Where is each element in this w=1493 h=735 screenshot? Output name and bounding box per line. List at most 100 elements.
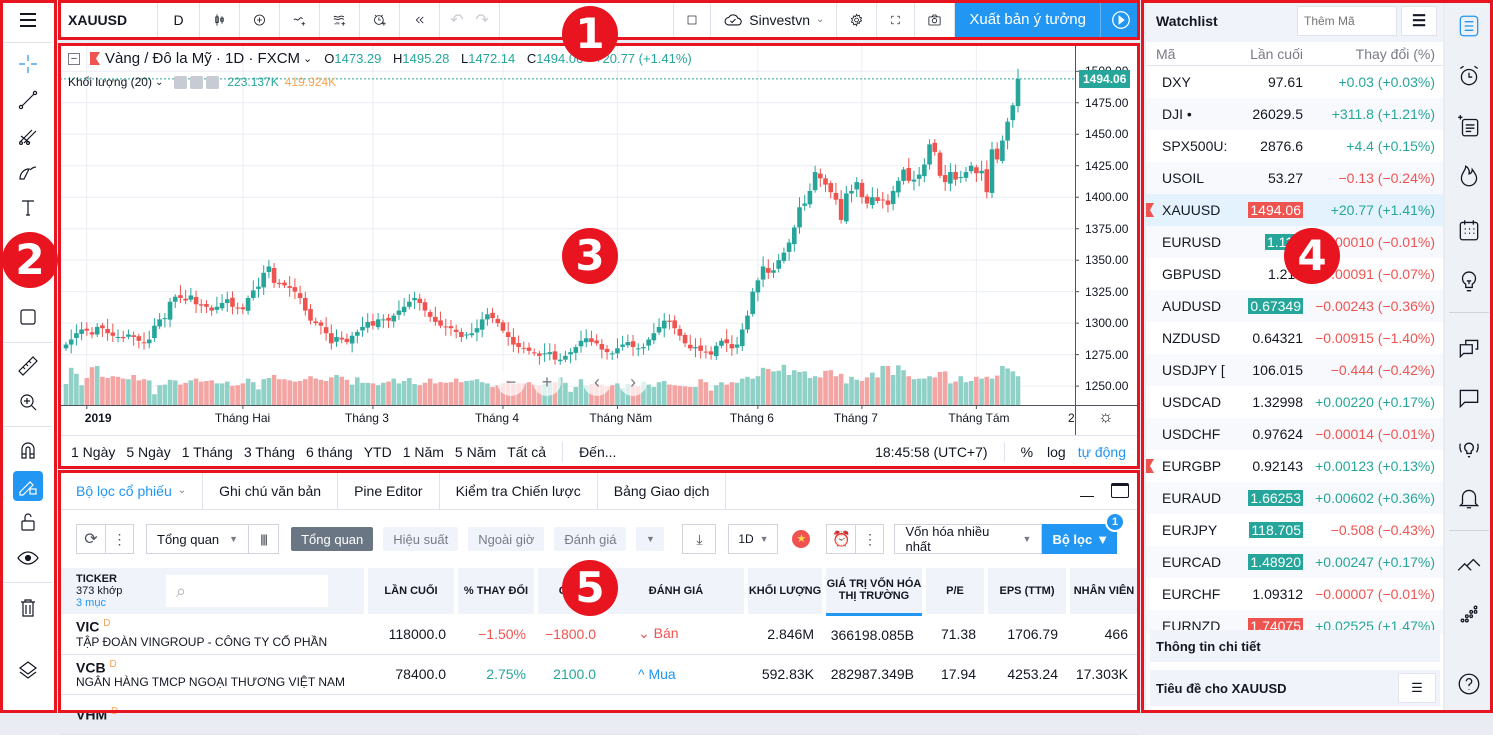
chart-type-button[interactable] <box>200 0 240 40</box>
ticker-symbol[interactable]: VIC <box>76 619 99 635</box>
chevron-down-icon[interactable]: ⌄ <box>303 52 312 65</box>
scroll-left-button[interactable]: ‹ <box>583 368 611 396</box>
pitchfork-tool[interactable] <box>0 118 55 154</box>
range-6m[interactable]: 6 tháng <box>306 444 353 460</box>
tab-stock-screener[interactable]: Bộ lọc cổ phiếu ⌄ <box>60 472 204 509</box>
help-sidebar-button[interactable] <box>1445 664 1493 704</box>
screener-more-button[interactable]: ⋮ <box>856 524 885 554</box>
refresh-button[interactable]: ⟳ <box>76 524 106 554</box>
menu-button[interactable] <box>0 2 55 38</box>
ideas-sidebar-button[interactable] <box>1445 262 1493 302</box>
calendar-sidebar-button[interactable] <box>1445 210 1493 250</box>
range-all[interactable]: Tất cả <box>507 444 546 460</box>
compare-button[interactable] <box>240 0 280 40</box>
interval-select[interactable]: 1D ▼ <box>728 524 779 554</box>
ticker-cell[interactable]: VCB D NGÂN HÀNG TMCP NGOẠI THƯƠNG VIỆT N… <box>60 654 366 695</box>
watchlist-row[interactable]: USDJPY [106.015 −0.444 (−0.42%) <box>1146 354 1443 386</box>
ticker-cell[interactable]: VHM D <box>60 694 366 735</box>
symbol-search-button[interactable]: XAUUSD <box>58 0 158 40</box>
layout-button[interactable] <box>673 0 712 40</box>
screener-alert-button[interactable]: ⏰ <box>826 524 857 554</box>
maximize-panel-button[interactable] <box>1102 472 1138 509</box>
minimize-panel-button[interactable] <box>1072 472 1102 509</box>
view-extended-hours[interactable]: Ngoài giờ <box>468 527 545 551</box>
chats-sidebar-button[interactable] <box>1445 328 1493 368</box>
hotlist-sidebar-button[interactable] <box>1445 156 1493 196</box>
watchlist-row[interactable]: NZDUSD 0.64321 −0.00915 (−1.40%) <box>1146 322 1443 354</box>
watchlist-row[interactable]: XAUUSD 1494.06 +20.77 (+1.41%) <box>1146 194 1443 226</box>
remove-drawings-tool[interactable] <box>0 590 55 626</box>
headlines-menu-button[interactable]: ☰ <box>1398 673 1436 703</box>
more-button[interactable]: ⋮ <box>106 524 134 554</box>
col-last[interactable]: LẦN CUỐI <box>366 568 458 614</box>
visibility-icon[interactable] <box>174 75 188 89</box>
streams-sidebar-button[interactable] <box>1445 428 1493 468</box>
range-1y[interactable]: 1 Năm <box>403 444 444 460</box>
range-1m[interactable]: 1 Tháng <box>182 444 233 460</box>
series-title[interactable]: Vàng / Đô la Mỹ · 1D · FXCM <box>105 50 300 67</box>
order-panel-sidebar-button[interactable] <box>1445 546 1493 586</box>
col-change[interactable]: Thay đổi (%) <box>1303 46 1435 62</box>
selected-count[interactable]: 3 mục <box>76 597 166 609</box>
ticker-header[interactable]: TICKER 373 khớp 3 mục ⌕ <box>60 568 368 614</box>
watchlist-row[interactable]: EURGBP 0.92143 +0.00123 (+0.13%) <box>1146 450 1443 482</box>
col-volume[interactable]: KHỐI LƯỢNG <box>746 568 826 614</box>
ticker-search-input[interactable]: ⌕ <box>166 575 328 607</box>
auto-scale-toggle[interactable]: tự động <box>1078 444 1126 460</box>
dom-sidebar-button[interactable] <box>1445 594 1493 634</box>
more-views-button[interactable]: ▼ <box>636 527 665 551</box>
screener-row[interactable]: VIC D TẬP ĐOÀN VINGROUP - CÔNG TY CỔ PHẦ… <box>60 614 1138 655</box>
volume-label[interactable]: Khối lượng (20) <box>68 75 152 89</box>
flag-icon[interactable] <box>90 52 100 65</box>
trend-line-tool[interactable] <box>0 82 55 118</box>
view-rating[interactable]: Đánh giá <box>554 527 627 551</box>
magnet-tool[interactable] <box>0 432 55 468</box>
chevron-down-icon[interactable]: ⌄ <box>155 77 163 88</box>
data-window-sidebar-button[interactable] <box>1445 106 1493 146</box>
watchlist-row[interactable]: USOIL 53.27 −0.13 (−0.24%) <box>1146 162 1443 194</box>
collapse-icon[interactable]: – <box>68 52 80 65</box>
col-pe[interactable]: P/E <box>924 568 988 614</box>
snapshot-button[interactable] <box>915 0 956 40</box>
add-symbol-input[interactable] <box>1297 6 1397 36</box>
col-market-cap[interactable]: GIÁ TRỊ VỐN HÓA THỊ TRƯỜNG <box>824 568 926 616</box>
fullscreen-button[interactable] <box>877 0 916 40</box>
watchlist-sidebar-button[interactable] <box>1445 6 1493 46</box>
log-scale-toggle[interactable]: log <box>1047 444 1066 460</box>
brush-tool[interactable] <box>0 154 55 190</box>
replay-button[interactable] <box>400 0 440 40</box>
tab-trading-panel[interactable]: Bảng Giao dịch <box>598 472 727 509</box>
ticker-symbol[interactable]: VHM <box>76 706 107 722</box>
save-layout-button[interactable]: Sinvestvn ⌄ <box>711 0 838 40</box>
col-eps[interactable]: EPS (TTM) <box>986 568 1070 614</box>
undo-button[interactable]: ↶ <box>450 10 463 30</box>
watchlist-row[interactable]: DXY 97.61 +0.03 (+0.03%) <box>1146 66 1443 98</box>
watchlist-row[interactable]: USDCAD 1.32998 +0.00220 (+0.17%) <box>1146 386 1443 418</box>
tab-pine-editor[interactable]: Pine Editor <box>338 472 440 509</box>
ruler-tool[interactable] <box>0 348 55 384</box>
range-1d[interactable]: 1 Ngày <box>71 444 115 460</box>
redo-button[interactable]: ↷ <box>476 10 489 30</box>
rectangle-tool[interactable] <box>0 299 55 335</box>
zoom-in-tool[interactable] <box>0 384 55 420</box>
col-rating[interactable]: ĐÁNH GIÁ <box>606 568 748 614</box>
watchlist-row[interactable]: EURJPY 118.705 −0.508 (−0.43%) <box>1146 514 1443 546</box>
range-5y[interactable]: 5 Năm <box>455 444 496 460</box>
ticker-symbol[interactable]: VCB <box>76 659 106 675</box>
zoom-in-button[interactable]: + <box>533 368 561 396</box>
zoom-out-button[interactable]: − <box>497 368 525 396</box>
unlock-tool[interactable] <box>0 504 55 540</box>
range-3m[interactable]: 3 Tháng <box>244 444 295 460</box>
headlines-section[interactable]: Tiêu đề cho XAUUSD ☰ <box>1150 670 1440 706</box>
settings-button[interactable] <box>837 0 878 40</box>
private-chats-sidebar-button[interactable] <box>1445 378 1493 418</box>
export-button[interactable]: ⤓ <box>682 524 717 554</box>
screener-row[interactable]: VHM D <box>60 694 1138 735</box>
alert-button[interactable] <box>360 0 400 40</box>
financials-button[interactable] <box>320 0 360 40</box>
go-live-button[interactable] <box>1100 0 1140 40</box>
crosshair-tool[interactable] <box>0 46 55 82</box>
interval-button[interactable]: D <box>158 0 200 40</box>
text-tool[interactable] <box>0 190 55 226</box>
indicators-button[interactable] <box>280 0 320 40</box>
